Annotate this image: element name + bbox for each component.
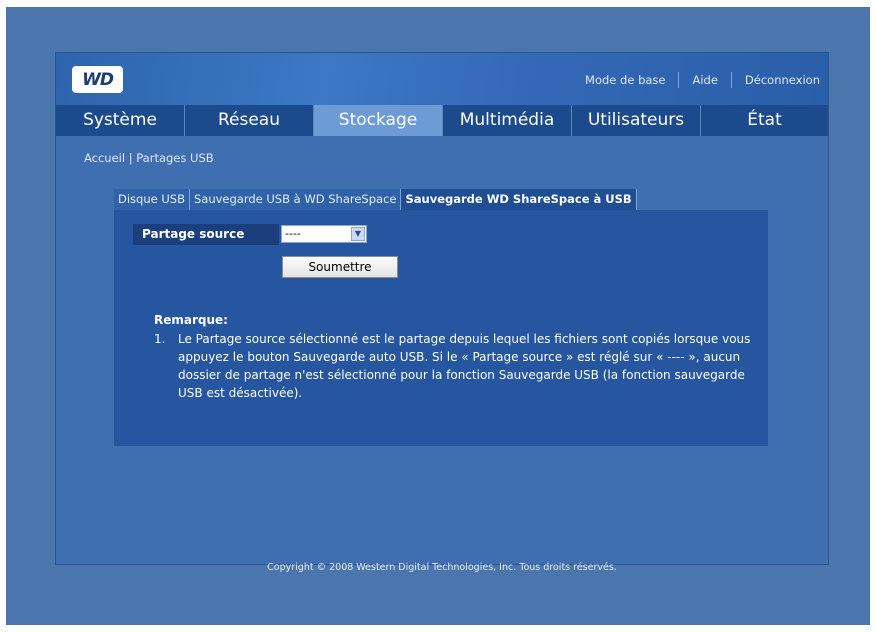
logo-text: WD	[82, 69, 114, 90]
page-background: WD Mode de base Aide Déconnexion Système…	[6, 7, 870, 625]
app-frame: WD Mode de base Aide Déconnexion Système…	[55, 52, 829, 573]
tab-etat[interactable]: État	[701, 105, 828, 136]
content-panel: Partage source ---- ▼ Soumettre Remarque…	[114, 210, 768, 446]
note-number: 1.	[154, 332, 166, 346]
submit-button[interactable]: Soumettre	[282, 256, 398, 278]
sub-tabs: Disque USB Sauvegarde USB à WD ShareSpac…	[114, 189, 637, 210]
header: WD Mode de base Aide Déconnexion	[56, 53, 828, 105]
wd-logo[interactable]: WD	[72, 66, 123, 93]
chevron-down-icon[interactable]: ▼	[351, 227, 365, 241]
copyright-footer: Copyright © 2008 Western Digital Technol…	[267, 562, 617, 573]
subtab-usb-to-sharespace[interactable]: Sauvegarde USB à WD ShareSpace	[189, 189, 402, 210]
subtab-sharespace-to-usb[interactable]: Sauvegarde WD ShareSpace à USB	[401, 189, 637, 210]
note-text: Le Partage source sélectionné est le par…	[178, 332, 751, 400]
tab-stockage[interactable]: Stockage	[314, 105, 443, 136]
subtab-disque-usb[interactable]: Disque USB	[114, 189, 190, 210]
source-share-value: ----	[285, 227, 301, 240]
divider	[678, 72, 680, 88]
breadcrumb[interactable]: Accueil | Partages USB	[84, 151, 214, 165]
tab-utilisateurs[interactable]: Utilisateurs	[572, 105, 701, 136]
help-link[interactable]: Aide	[692, 73, 717, 87]
divider	[730, 72, 732, 88]
source-share-select[interactable]: ---- ▼	[281, 225, 367, 243]
tab-multimedia[interactable]: Multimédia	[443, 105, 572, 136]
source-share-label: Partage source	[133, 224, 279, 245]
note-title: Remarque:	[154, 313, 228, 327]
basic-mode-link[interactable]: Mode de base	[585, 73, 665, 87]
logout-link[interactable]: Déconnexion	[745, 73, 820, 87]
note-body: 1. Le Partage source sélectionné est le …	[154, 330, 754, 402]
tab-systeme[interactable]: Système	[56, 105, 185, 136]
main-nav: Système Réseau Stockage Multimédia Utili…	[56, 105, 828, 136]
top-links: Mode de base Aide Déconnexion	[585, 72, 820, 88]
tab-reseau[interactable]: Réseau	[185, 105, 314, 136]
